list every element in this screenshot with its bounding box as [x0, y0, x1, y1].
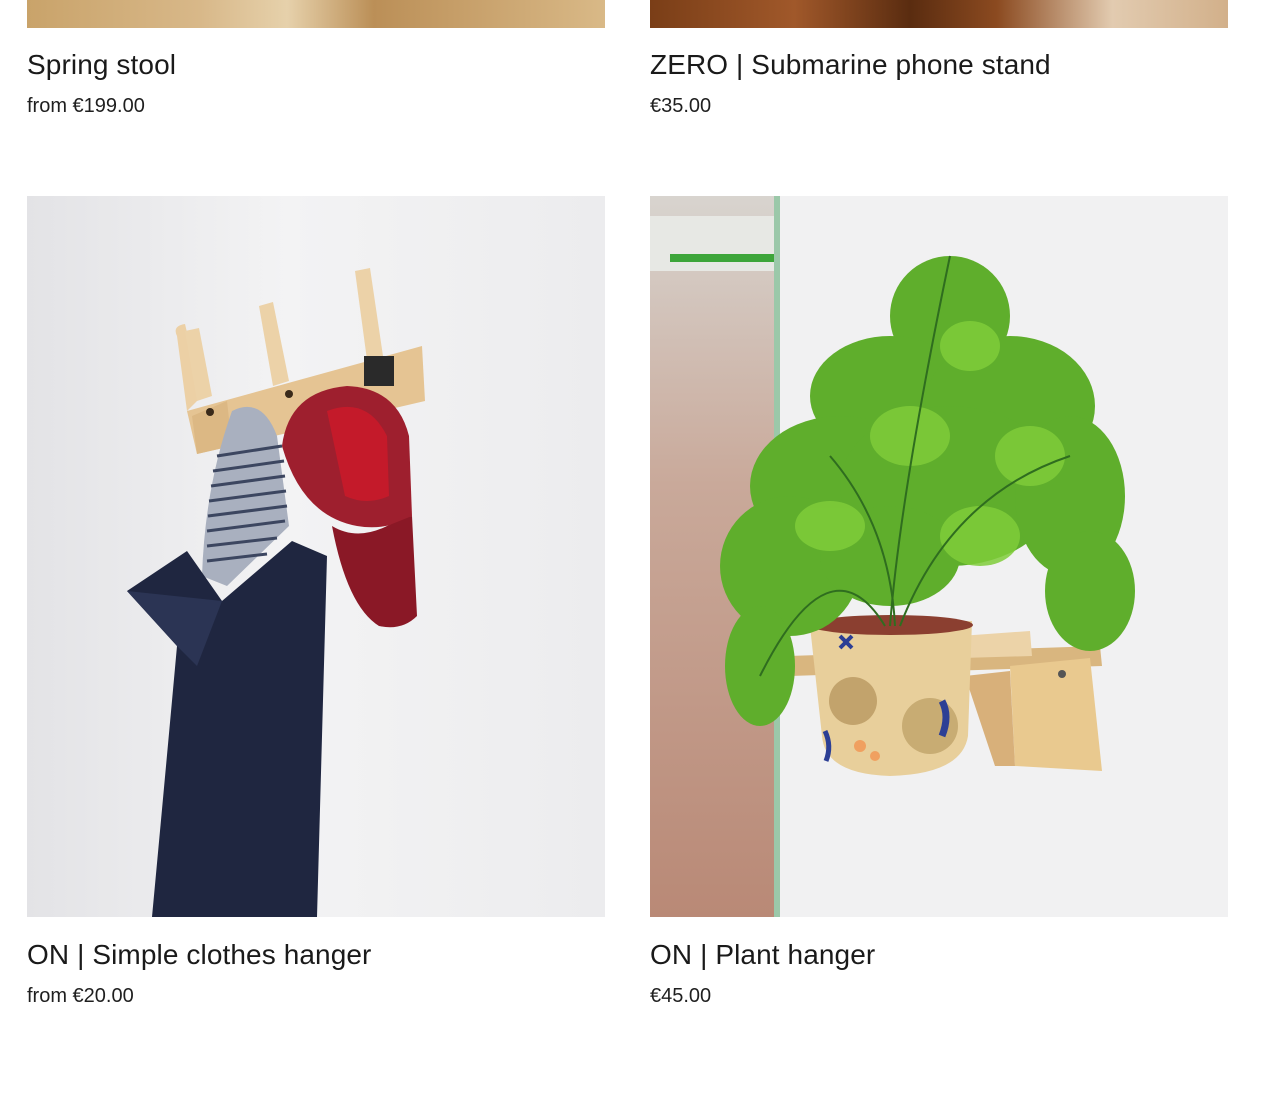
- product-title[interactable]: Spring stool: [27, 48, 605, 82]
- product-card-simple-clothes-hanger[interactable]: ON | Simple clothes hanger from €20.00: [27, 938, 605, 1008]
- product-title[interactable]: ON | Plant hanger: [650, 938, 1228, 972]
- product-price: €45.00: [650, 985, 712, 1007]
- product-price: from €20.00: [27, 985, 134, 1007]
- product-price: €35.00: [650, 95, 712, 117]
- product-price: from €199.00: [27, 95, 145, 117]
- product-image-simple-clothes-hanger[interactable]: [27, 196, 605, 917]
- product-card-spring-stool[interactable]: Spring stool from €199.00: [27, 48, 605, 118]
- product-image-submarine-phone-stand[interactable]: [650, 0, 1228, 28]
- product-card-submarine-phone-stand[interactable]: ZERO | Submarine phone stand €35.00: [650, 48, 1228, 118]
- product-title[interactable]: ZERO | Submarine phone stand: [650, 48, 1228, 82]
- product-image-plant-hanger[interactable]: [650, 196, 1228, 917]
- product-card-plant-hanger[interactable]: ON | Plant hanger €45.00: [650, 938, 1228, 1008]
- product-title[interactable]: ON | Simple clothes hanger: [27, 938, 605, 972]
- product-image-spring-stool[interactable]: [27, 0, 605, 28]
